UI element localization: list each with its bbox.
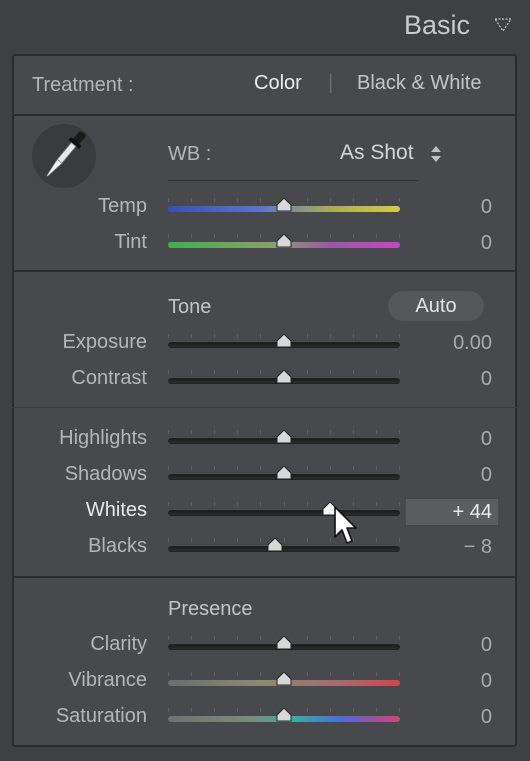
vibrance-value[interactable]: 0: [410, 670, 492, 693]
panel-header[interactable]: Basic: [0, 0, 530, 54]
auto-tone-button[interactable]: Auto: [388, 291, 484, 321]
separator: [12, 270, 517, 272]
tint-slider-thumb[interactable]: [276, 234, 292, 248]
blacks-label: Blacks: [88, 535, 147, 557]
presence-title: Presence: [168, 598, 253, 620]
treatment-color-button[interactable]: Color: [254, 72, 302, 95]
highlights-value[interactable]: 0: [410, 428, 492, 451]
whites-value[interactable]: + 44: [406, 499, 498, 525]
vibrance-label: Vibrance: [68, 669, 147, 691]
contrast-value[interactable]: 0: [410, 368, 492, 391]
treatment-bw-button[interactable]: Black & White: [357, 72, 481, 95]
wb-label: WB :: [168, 143, 212, 165]
tint-label: Tint: [114, 231, 147, 253]
whites-label: Whites: [85, 499, 147, 521]
wb-select[interactable]: As Shot: [340, 141, 414, 165]
clarity-label: Clarity: [90, 633, 147, 655]
highlights-label: Highlights: [59, 427, 147, 449]
saturation-value[interactable]: 0: [410, 706, 492, 729]
highlights-slider-thumb[interactable]: [276, 430, 292, 444]
contrast-label: Contrast: [71, 367, 147, 389]
separator: [12, 576, 517, 578]
wb-underline: [168, 180, 418, 181]
saturation-label: Saturation: [55, 705, 147, 727]
eyedropper-icon[interactable]: [32, 124, 96, 188]
temp-slider-thumb[interactable]: [276, 198, 292, 212]
exposure-slider-thumb[interactable]: [276, 334, 292, 348]
blacks-slider-track[interactable]: [168, 546, 400, 552]
tone-title: Tone: [168, 296, 212, 318]
vibrance-slider-thumb[interactable]: [276, 672, 292, 686]
whites-slider-track[interactable]: [168, 510, 400, 516]
temp-label: Temp: [98, 195, 147, 217]
separator: [12, 407, 517, 408]
temp-value[interactable]: 0: [410, 196, 492, 219]
contrast-slider-thumb[interactable]: [276, 370, 292, 384]
clarity-value[interactable]: 0: [410, 634, 492, 657]
saturation-slider-thumb[interactable]: [276, 708, 292, 722]
separator: [12, 114, 517, 116]
exposure-value[interactable]: 0.00: [410, 332, 492, 355]
whites-ticks: [168, 502, 400, 507]
blacks-slider-thumb[interactable]: [267, 538, 283, 552]
shadows-label: Shadows: [64, 463, 147, 485]
blacks-value[interactable]: − 8: [410, 536, 492, 559]
treatment-divider: |: [328, 72, 334, 94]
shadows-value[interactable]: 0: [410, 464, 492, 487]
arrow-cursor-icon: [333, 505, 357, 547]
tint-value[interactable]: 0: [410, 232, 492, 255]
treatment-label: Treatment :: [32, 74, 134, 96]
exposure-label: Exposure: [62, 331, 148, 353]
shadows-slider-thumb[interactable]: [276, 466, 292, 480]
blacks-ticks: [168, 538, 400, 543]
clarity-slider-thumb[interactable]: [276, 636, 292, 650]
updown-icon[interactable]: [430, 145, 442, 163]
triangle-down-icon[interactable]: [493, 18, 513, 33]
panel-title: Basic: [403, 10, 470, 40]
